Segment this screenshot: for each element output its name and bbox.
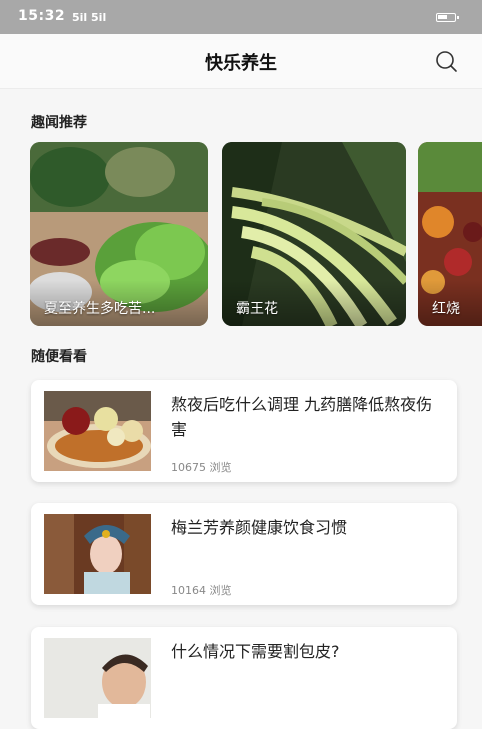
featured-card[interactable]: 红烧 — [418, 142, 482, 326]
featured-card-label: 红烧 — [418, 280, 482, 326]
featured-card-label: 夏至养生多吃苦... — [30, 280, 208, 326]
article-views: 10675 浏览 — [171, 461, 232, 474]
status-bar: 15:32 5il 5il — [0, 0, 482, 34]
app-header: 快乐养生 — [0, 34, 482, 89]
featured-card[interactable]: 霸王花 — [222, 142, 406, 326]
article-title: 梅兰芳养颜健康饮食习惯 — [171, 518, 348, 537]
article-views: 10164 浏览 — [171, 584, 232, 597]
article-thumbnail — [44, 514, 151, 594]
featured-card[interactable]: 夏至养生多吃苦... — [30, 142, 208, 326]
signal-icon: 5il 5il — [72, 11, 107, 24]
featured-card-label: 霸王花 — [222, 280, 406, 326]
article-item[interactable]: 什么情况下需要割包皮? — [31, 627, 457, 729]
section-title-browse: 随便看看 — [31, 349, 87, 365]
page-title: 快乐养生 — [205, 53, 277, 74]
article-item[interactable]: 熬夜后吃什么调理 九药膳降低熬夜伤害 10675 浏览 — [31, 380, 457, 482]
article-image — [44, 391, 151, 471]
article-title: 什么情况下需要割包皮? — [171, 642, 340, 661]
section-title-featured: 趣闻推荐 — [31, 115, 87, 131]
article-image — [44, 638, 151, 718]
status-time: 15:32 — [18, 8, 66, 24]
search-icon[interactable] — [432, 47, 460, 75]
article-title: 熬夜后吃什么调理 九药膳降低熬夜伤害 — [171, 395, 433, 439]
battery-icon — [436, 13, 459, 22]
article-thumbnail — [44, 638, 151, 718]
article-item[interactable]: 梅兰芳养颜健康饮食习惯 10164 浏览 — [31, 503, 457, 605]
article-image — [44, 514, 151, 594]
article-thumbnail — [44, 391, 151, 471]
featured-carousel[interactable]: 夏至养生多吃苦... 霸王花 红烧 — [30, 142, 482, 328]
